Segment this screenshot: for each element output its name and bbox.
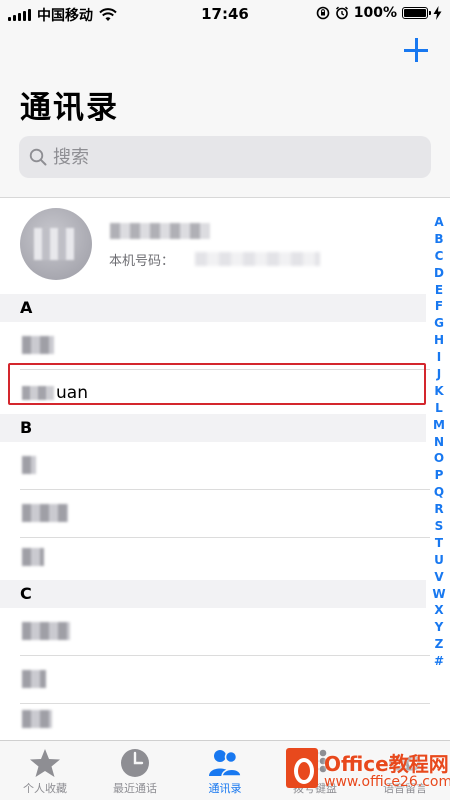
contact-name-redacted [22, 548, 44, 566]
index-letter-j[interactable]: J [437, 366, 441, 383]
charging-icon [433, 6, 442, 20]
header: 通讯录 [0, 26, 450, 198]
tab-label: 通讯录 [208, 782, 242, 795]
contacts-icon [209, 750, 242, 777]
tab-label: 语音留言 [383, 782, 427, 795]
contact-name-redacted [22, 456, 36, 474]
contact-row[interactable] [0, 534, 430, 582]
index-letter-x[interactable]: X [434, 602, 443, 619]
index-letter-v[interactable]: V [434, 569, 443, 586]
my-number-redacted [195, 252, 320, 266]
star-icon [30, 749, 60, 777]
keypad-icon [303, 749, 327, 778]
add-contact-button[interactable] [400, 34, 432, 66]
section-header-b: B [0, 414, 426, 442]
contact-row[interactable] [0, 442, 430, 490]
index-letter-m[interactable]: M [433, 417, 445, 434]
search-input[interactable] [53, 146, 413, 168]
contact-name: uan [22, 383, 88, 403]
index-letter-y[interactable]: Y [435, 619, 444, 636]
battery-icon [402, 7, 431, 19]
search-icon [29, 148, 47, 166]
tab-voicemail[interactable]: 语音留言 [360, 741, 450, 800]
status-bar: 中国移动 17:46 100% [0, 0, 450, 26]
contact-name-redacted [22, 386, 54, 400]
contact-row[interactable] [0, 656, 430, 704]
contact-row[interactable] [0, 322, 430, 370]
my-name-redacted [110, 223, 210, 239]
tab-contacts[interactable]: 通讯录 [180, 741, 270, 800]
tab-keypad[interactable]: 拨号键盘 [270, 741, 360, 800]
search-bar[interactable] [19, 136, 431, 178]
index-letter-t[interactable]: T [435, 535, 443, 552]
contact-name-redacted [22, 504, 68, 522]
index-letter-k[interactable]: K [434, 383, 443, 400]
clock-icon [121, 749, 149, 777]
index-letter-e[interactable]: E [435, 282, 443, 299]
index-letter-q[interactable]: Q [434, 484, 444, 501]
contact-name-redacted [22, 622, 70, 640]
contact-name-redacted [22, 336, 54, 354]
index-letter-hash[interactable]: # [434, 653, 444, 670]
rotation-lock-icon [316, 6, 330, 20]
index-letter-n[interactable]: N [434, 434, 444, 451]
avatar [20, 208, 92, 280]
index-letter-b[interactable]: B [434, 231, 443, 248]
index-letter-d[interactable]: D [434, 265, 444, 282]
my-number-label: 本机号码： [109, 254, 175, 269]
contact-row-highlighted[interactable]: uan [0, 370, 430, 418]
contact-name-redacted [22, 670, 46, 688]
index-letter-o[interactable]: O [434, 450, 444, 467]
status-right: 100% [316, 5, 442, 21]
contact-row[interactable] [0, 490, 430, 538]
battery-percent: 100% [353, 5, 397, 21]
tab-bar: 个人收藏 最近通话 通讯录 拨号键盘 语音留言 [0, 740, 450, 800]
tab-label: 个人收藏 [23, 782, 67, 795]
index-letter-a[interactable]: A [434, 214, 443, 231]
index-letter-l[interactable]: L [435, 400, 443, 417]
section-header-c: C [0, 580, 426, 608]
index-letter-s[interactable]: S [435, 518, 444, 535]
index-letter-f[interactable]: F [435, 298, 443, 315]
index-letter-u[interactable]: U [434, 552, 444, 569]
voicemail-icon [389, 755, 421, 771]
tab-recents[interactable]: 最近通话 [90, 741, 180, 800]
contact-name-visible: uan [56, 383, 88, 403]
tab-label: 拨号键盘 [293, 782, 337, 795]
tab-label: 最近通话 [113, 782, 157, 795]
index-letter-p[interactable]: P [435, 467, 444, 484]
index-letter-c[interactable]: C [435, 248, 444, 265]
index-letter-r[interactable]: R [434, 501, 443, 518]
contact-row[interactable] [0, 608, 430, 656]
section-header-a: A [0, 294, 426, 322]
alarm-icon [335, 6, 348, 20]
tab-favorites[interactable]: 个人收藏 [0, 741, 90, 800]
contact-name-redacted [22, 710, 52, 728]
index-letter-z[interactable]: Z [435, 636, 444, 653]
my-card[interactable]: 本机号码： [0, 199, 450, 293]
index-letter-i[interactable]: I [437, 349, 441, 366]
index-letter-g[interactable]: G [434, 315, 444, 332]
alphabet-index-bar[interactable]: A B C D E F G H I J K L M N O P Q R S T U V W X Y Z # [430, 214, 448, 670]
page-title: 通讯录 [20, 90, 119, 126]
index-letter-w[interactable]: W [432, 586, 445, 603]
index-letter-h[interactable]: H [434, 332, 444, 349]
